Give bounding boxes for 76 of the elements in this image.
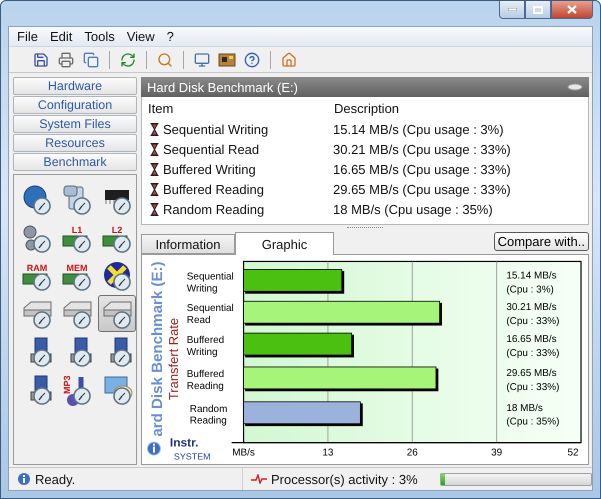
- search-icon: [157, 52, 173, 68]
- processor-activity: Processor(s) activity : 3%: [271, 472, 418, 486]
- tick-label: 13: [322, 448, 334, 459]
- item-cell: Sequential Read: [163, 142, 260, 156]
- category-button[interactable]: System Files: [13, 115, 137, 133]
- item-cell: Sequential Writing: [163, 122, 268, 136]
- close-icon: [567, 5, 577, 14]
- minimize-icon: [508, 8, 516, 11]
- tab[interactable]: Graphic: [235, 232, 334, 255]
- category-button[interactable]: Benchmark: [13, 153, 137, 171]
- splitter-grip[interactable]: [347, 226, 383, 230]
- item-cell: Buffered Writing: [163, 162, 256, 176]
- value-label: 15.14 MB/s (Cpu : 3%): [506, 270, 557, 296]
- description-cell-text: 30.21 MB/s (Cpu usage : 33%): [332, 142, 512, 156]
- cross-clock-icon: [101, 260, 133, 292]
- value-label: 16.65 MB/s (Cpu : 33%): [506, 334, 560, 360]
- description-cell-text: 16.65 MB/s (Cpu usage : 33%): [332, 162, 512, 176]
- value-label: 29.65 MB/s (Cpu : 33%): [506, 368, 560, 393]
- drive-icon: [567, 83, 583, 91]
- category-label: Random Reading: [190, 404, 228, 427]
- tick-label: 39: [491, 448, 502, 459]
- toolbar-button[interactable]: [242, 50, 262, 70]
- refresh-icon: [120, 52, 136, 68]
- value-label: 18 MB/s (Cpu : 35%): [506, 402, 560, 428]
- chart-title: ard Disk Benchmark (E:): [148, 263, 166, 437]
- menu-item[interactable]: ?: [160, 29, 180, 44]
- menu-item[interactable]: Edit: [44, 29, 78, 44]
- save-icon: [33, 52, 49, 68]
- computer-icon: [194, 52, 210, 68]
- home-icon: [281, 52, 297, 68]
- description-cell-text: 18 MB/s (Cpu usage : 35%): [332, 202, 494, 216]
- info-icon: [17, 472, 31, 486]
- category-button[interactable]: Resources: [13, 134, 137, 152]
- panel-title: Hard Disk Benchmark (E:): [147, 80, 298, 94]
- category-label: Buffered Reading: [186, 368, 224, 392]
- description-cell-text: 29.65 MB/s (Cpu usage : 33%): [332, 182, 512, 196]
- category-label: Sequential Read: [186, 303, 234, 326]
- brand-subtitle: SYSTEM: [174, 452, 211, 462]
- description-cell-text: 15.14 MB/s (Cpu usage : 3%): [332, 122, 505, 136]
- menu-item[interactable]: View: [120, 29, 161, 44]
- column-header[interactable]: Item: [142, 100, 328, 116]
- hourglass-icon: [150, 162, 159, 176]
- minimize-button[interactable]: [499, 1, 525, 19]
- printer-icon: [58, 52, 74, 68]
- tick-label: 52: [568, 448, 579, 459]
- category-button[interactable]: Hardware: [13, 77, 137, 95]
- close-button[interactable]: [551, 1, 593, 19]
- maximize-icon: [533, 6, 543, 14]
- tick-label: 26: [406, 448, 418, 459]
- menu-item[interactable]: Tools: [78, 29, 121, 44]
- brand-name: Instr.: [170, 436, 198, 450]
- info-icon: [146, 442, 161, 456]
- column-header[interactable]: Description: [328, 100, 588, 116]
- category-button[interactable]: Configuration: [13, 96, 137, 114]
- item-cell: Random Reading: [163, 202, 264, 216]
- category-label: Sequential Writing: [186, 271, 234, 294]
- computer-clock-icon: [61, 184, 93, 216]
- hourglass-icon: [150, 182, 159, 196]
- maximize-button[interactable]: [525, 1, 551, 19]
- hourglass-icon: [150, 122, 159, 136]
- tick-label: MB/s: [232, 448, 255, 459]
- value-label: 30.21 MB/s (Cpu : 33%): [506, 302, 560, 328]
- hourglass-icon: [150, 142, 159, 156]
- status-message: Ready.: [35, 472, 76, 486]
- pulse-icon: [251, 474, 267, 484]
- axis-title: Transfert Rate: [166, 318, 181, 400]
- category-label: Buffered Writing: [186, 335, 224, 358]
- help-icon: [244, 52, 260, 68]
- globe-clock-icon: [21, 184, 53, 216]
- compare-button[interactable]: Compare with..: [494, 232, 589, 251]
- menu-item[interactable]: File: [11, 29, 44, 44]
- copy-icon: [83, 52, 99, 68]
- tab[interactable]: Information: [141, 234, 235, 254]
- circuit-board-icon: [218, 52, 236, 66]
- item-cell: Buffered Reading: [163, 182, 264, 196]
- hourglass-icon: [150, 202, 159, 216]
